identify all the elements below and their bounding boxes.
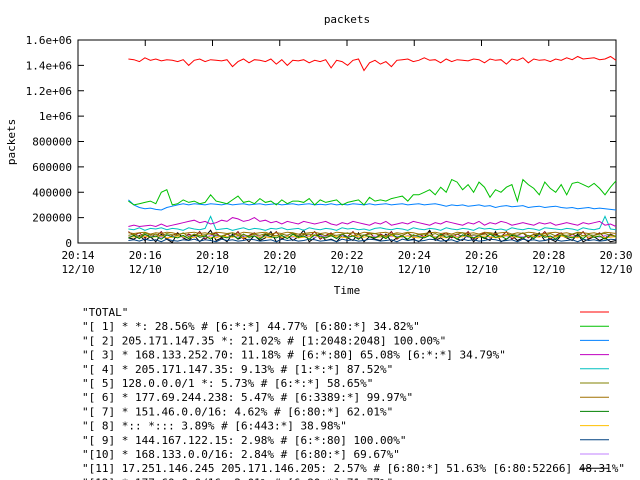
x-tick-label-date: 12/10: [263, 263, 296, 276]
y-tick-label: 800000: [32, 136, 72, 149]
legend-label-3: "[ 3] * 168.133.252.70: 11.18% # [6:*:80…: [82, 349, 506, 362]
legend-label-7: "[ 7] * 151.46.0.0/16: 4.62% # [6:80:*] …: [82, 405, 393, 418]
series-line-2: [128, 199, 617, 211]
y-tick-label: 600000: [32, 161, 72, 174]
x-axis-label: Time: [334, 284, 361, 297]
x-tick-label-time: 20:20: [263, 249, 296, 262]
y-axis-label: packets: [5, 119, 18, 165]
y-tick-label: 1e+06: [39, 110, 72, 123]
x-tick-label-time: 20:18: [196, 249, 229, 262]
legend-label-8: "[ 8] *:: *::: 3.89% # [6:443:*] 38.98%": [82, 420, 347, 433]
legend-label-10: "[10] * 168.133.0.0/16: 2.84% # [6:80:*]…: [82, 448, 400, 461]
chart-title: packets: [324, 13, 370, 26]
packets-line-chart: packets packets Time 0200000400000600000…: [5, 13, 633, 480]
y-tick-label: 200000: [32, 212, 72, 225]
x-tick-label-time: 20:22: [330, 249, 363, 262]
x-tick-label-date: 12/10: [532, 263, 565, 276]
y-tick-label: 1.2e+06: [26, 85, 72, 98]
legend: "TOTAL""[ 1] * *: 28.56% # [6:*:*] 44.77…: [82, 306, 625, 480]
y-ticks: 02000004000006000008000001e+061.2e+061.4…: [26, 34, 616, 250]
x-tick-label-date: 12/10: [599, 263, 632, 276]
y-tick-label: 400000: [32, 186, 72, 199]
x-tick-label-time: 20:16: [129, 249, 162, 262]
x-tick-label-time: 20:28: [532, 249, 565, 262]
x-tick-label-time: 20:24: [398, 249, 431, 262]
y-tick-label: 1.6e+06: [26, 34, 72, 47]
x-tick-label-date: 12/10: [196, 263, 229, 276]
legend-label-0: "TOTAL": [82, 306, 128, 319]
y-tick-label: 1.4e+06: [26, 59, 72, 72]
series-lines: [128, 55, 617, 244]
legend-label-4: "[ 4] * 205.171.147.35: 9.13% # [1:*:*] …: [82, 363, 393, 376]
legend-label-2: "[ 2] 205.171.147.35 *: 21.02% # [1:2048…: [82, 334, 446, 347]
series-line-1: [128, 178, 617, 206]
x-tick-label-date: 12/10: [398, 263, 431, 276]
x-tick-label-time: 20:26: [465, 249, 498, 262]
legend-label-5: "[ 5] 128.0.0.0/1 *: 5.73% # [6:*:*] 58.…: [82, 377, 373, 390]
plot-area-frame: [77, 39, 617, 244]
series-line-3: [128, 217, 617, 228]
x-tick-label-date: 12/10: [61, 263, 94, 276]
legend-label-11: "[11] 17.251.146.245 205.171.146.205: 2.…: [82, 462, 625, 475]
legend-label-6: "[ 6] * 177.69.244.238: 5.47% # [6:3389:…: [82, 391, 413, 404]
legend-label-9: "[ 9] * 144.167.122.15: 2.98% # [6:*:80]…: [82, 434, 407, 447]
x-tick-label-date: 12/10: [330, 263, 363, 276]
series-line-0: [128, 55, 617, 72]
legend-label-12: "[12] * 177.69.0.0/16: 2.01% # [6:80:*] …: [82, 476, 393, 480]
x-tick-label-date: 12/10: [129, 263, 162, 276]
x-tick-label-date: 12/10: [465, 263, 498, 276]
x-tick-label-time: 20:14: [61, 249, 94, 262]
x-tick-label-time: 20:30: [599, 249, 632, 262]
legend-label-1: "[ 1] * *: 28.56% # [6:*:*] 44.77% [6:80…: [82, 320, 420, 333]
